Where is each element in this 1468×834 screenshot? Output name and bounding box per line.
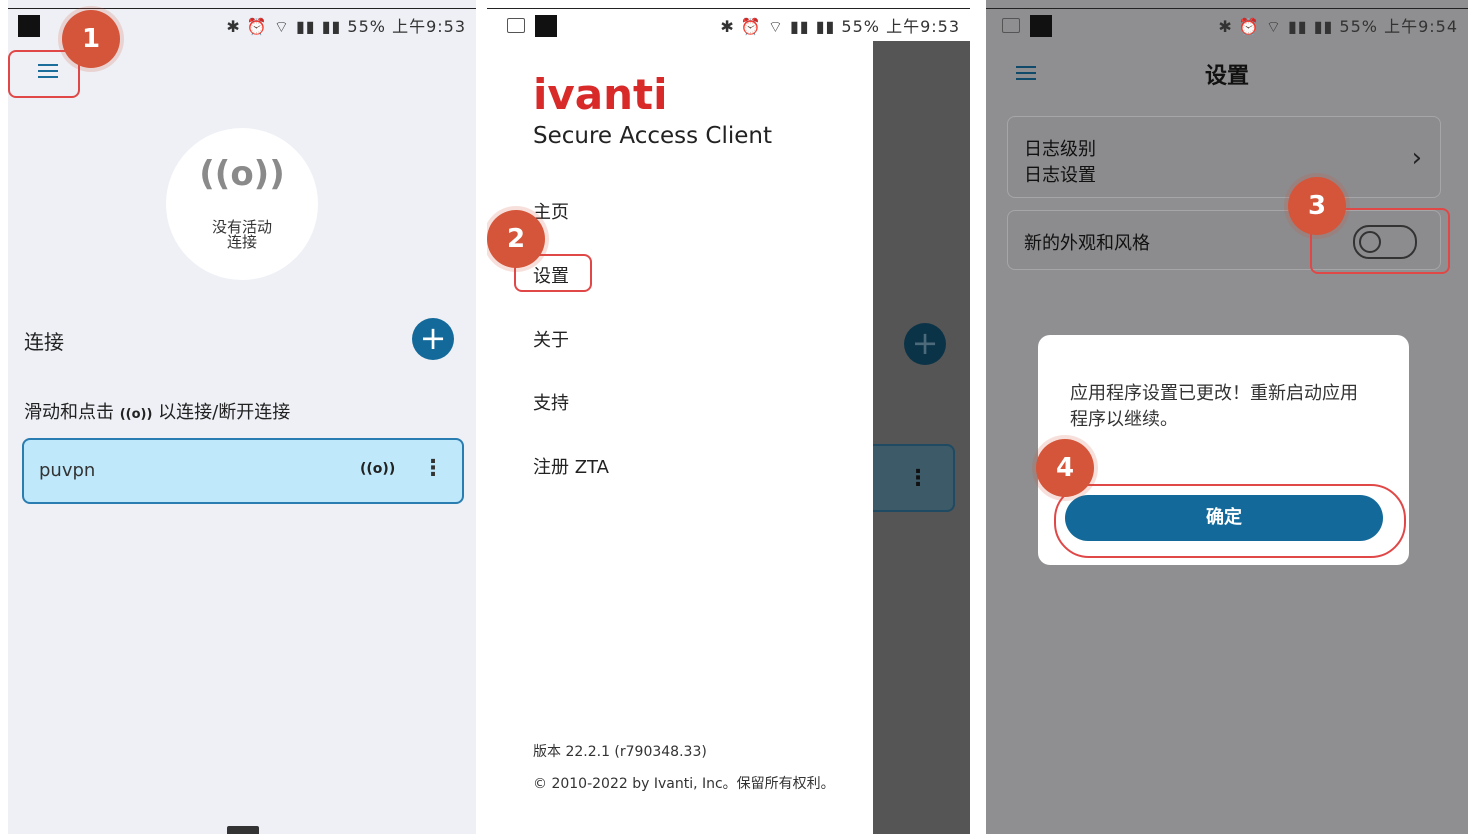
hint-prefix: 滑动和点击 [24,402,114,423]
image-notification-icon [1002,18,1020,33]
page-title: 设置 [1204,64,1249,89]
status-bar: ✱ ⏰ ⌔ ▮▮ ▮▮ 55% 上午9:54 [986,8,1468,42]
app-subtitle: Secure Access Client [533,123,773,149]
dialog-message: 应用程序设置已更改！重新启动应用程序以继续。 [1070,383,1358,430]
nav-handle [227,826,259,834]
log-level-subtitle: 日志设置 [1024,165,1096,186]
status-right: ✱ ⏰ ⌔ ▮▮ ▮▮ 55% 上午9:54 [1218,13,1458,37]
chevron-right-icon: › [1411,143,1422,173]
more-options-icon[interactable]: ⋮ [422,456,444,481]
version-text: 版本 22.2.1 (r790348.33) [533,744,707,760]
status-bar: ✱ ⏰ ⌔ ▮▮ ▮▮ 55% 上午9:53 [487,8,970,42]
status-right: ✱ ⏰ ⌔ ▮▮ ▮▮ 55% 上午9:53 [720,13,960,37]
step-badge-4: 4 [1036,439,1094,497]
add-connection-button[interactable]: + [412,318,454,360]
status-icons: ✱ ⏰ ⌔ ▮▮ ▮▮ [1218,17,1334,36]
log-level-row[interactable]: 日志级别 日志设置 › [1007,116,1441,198]
callout-ok [1054,484,1406,558]
home-screen: ✱ ⏰ ⌔ ▮▮ ▮▮ 55% 上午9:53 1 ((o)) 没有活动 连接 连… [8,0,476,834]
broadcast-icon: ((o)) [119,407,153,422]
notification-icon [18,15,40,37]
battery-level: 55% [347,17,386,36]
more-options-icon: ⋮ [907,466,929,491]
clock: 上午9:53 [886,17,960,36]
connection-card: ⋮ [873,444,955,512]
scrim-overlay[interactable]: + ⋮ [873,41,970,834]
connection-name: puvpn [39,460,96,481]
broadcast-icon: ((o)) [199,154,285,194]
step-badge-2: 2 [487,210,545,268]
copyright-text: © 2010-2022 by Ivanti, Inc。保留所有权利。 [533,776,835,792]
clock: 上午9:53 [392,17,466,36]
settings-screen: ✱ ⏰ ⌔ ▮▮ ▮▮ 55% 上午9:54 设置 日志级别 日志设置 › 新的… [986,0,1468,834]
image-notification-icon [507,18,525,33]
drawer-item-support[interactable]: 支持 [533,389,569,415]
notification-icon [535,15,557,37]
battery-level: 55% [841,17,880,36]
battery-level: 55% [1339,17,1378,36]
step-badge-3: 3 [1288,177,1346,235]
step-badge-1: 1 [62,10,120,68]
ivanti-logo: ivanti [533,70,668,119]
log-level-title: 日志级别 [1024,139,1096,160]
hint-suffix: 以连接/断开连接 [158,402,291,423]
status-line-2: 连接 [226,233,257,251]
hint-text: 滑动和点击 ((o)) 以连接/断开连接 [24,398,290,424]
drawer-screen: ✱ ⏰ ⌔ ▮▮ ▮▮ 55% 上午9:53 ivanti Secure Acc… [487,0,970,834]
status-icons: ✱ ⏰ ⌔ ▮▮ ▮▮ [720,17,836,36]
connection-card[interactable]: puvpn ((o)) ⋮ [22,438,464,504]
status-icons: ✱ ⏰ ⌔ ▮▮ ▮▮ [226,17,342,36]
connection-status-circle: ((o)) 没有活动 连接 [166,128,318,280]
connect-toggle-icon[interactable]: ((o)) [360,461,395,477]
drawer-item-register-zta[interactable]: 注册 ZTA [533,453,609,479]
notification-icon [1030,15,1052,37]
status-right: ✱ ⏰ ⌔ ▮▮ ▮▮ 55% 上午9:53 [226,13,466,37]
drawer-item-about[interactable]: 关于 [533,326,569,352]
new-look-label: 新的外观和风格 [1024,233,1150,254]
add-connection-button: + [904,323,946,365]
status-text: 没有活动 连接 [166,220,318,250]
connections-heading: 连接 [24,330,64,354]
clock: 上午9:54 [1384,17,1458,36]
